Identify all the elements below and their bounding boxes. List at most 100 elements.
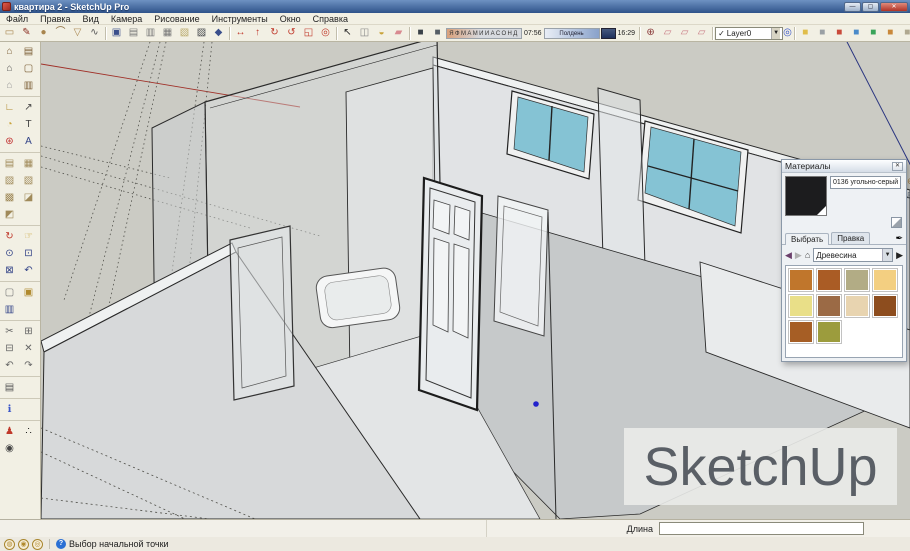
outer-shell-tool[interactable]: ▨ — [193, 26, 210, 41]
model-info-button[interactable]: ℹ — [0, 401, 19, 418]
smoove-tool[interactable]: ▨ — [0, 172, 19, 189]
preview-in-google-earth-button[interactable]: ■ — [865, 26, 882, 41]
maximize-button[interactable]: ▢ — [862, 2, 879, 12]
back-button[interactable]: ◀ — [785, 250, 792, 261]
follow-me-tool[interactable]: ▥ — [142, 26, 159, 41]
view-front-button[interactable]: ⌂ — [0, 60, 19, 77]
wood-swatch-5[interactable] — [788, 294, 814, 318]
new-file-button[interactable]: ▢ — [0, 284, 19, 301]
drape-tool[interactable]: ▩ — [0, 189, 19, 206]
section-plane-button[interactable]: ▱ — [659, 26, 676, 41]
add-detail-tool[interactable]: ◪ — [19, 189, 38, 206]
solid-tools[interactable]: ◆ — [210, 26, 227, 41]
wood-swatch-6[interactable] — [816, 294, 842, 318]
toggle-terrain-button[interactable]: ■ — [814, 26, 831, 41]
menu-item[interactable]: Справка — [307, 14, 354, 24]
share-model-button[interactable]: ■ — [899, 26, 910, 41]
get-current-view-button[interactable]: ■ — [797, 26, 814, 41]
sandbox-from-contours-tool[interactable]: ▤ — [0, 155, 19, 172]
collection-dropdown[interactable]: Древесина ▼ — [813, 248, 893, 262]
rectangle-tool[interactable]: ▭ — [1, 26, 18, 41]
menu-item[interactable]: Окно — [274, 14, 307, 24]
eraser-tool[interactable]: ▰ — [390, 26, 407, 41]
shadow-time-slider-end[interactable] — [601, 28, 616, 39]
axes-rgb-tool[interactable]: ⊛ — [0, 133, 19, 150]
view-house-button[interactable]: ⌂ — [0, 77, 19, 94]
walk-tool[interactable]: ∴ — [19, 423, 38, 440]
wood-swatch-8[interactable] — [872, 294, 898, 318]
home-icon[interactable]: ⌂ — [805, 250, 810, 260]
detail-arrow-button[interactable]: ▶ — [896, 250, 903, 261]
zoom-window-tool[interactable]: ⊡ — [19, 245, 38, 262]
pan-tool[interactable]: ☞ — [19, 228, 38, 245]
add-location-button[interactable]: ■ — [848, 26, 865, 41]
menu-item[interactable]: Инструменты — [206, 14, 274, 24]
push-pull-tool[interactable]: ▣ — [108, 26, 125, 41]
minimize-button[interactable]: — — [844, 2, 861, 12]
material-name-field[interactable]: 0136 угольно-серый — [830, 176, 901, 189]
get-models-button[interactable]: ■ — [882, 26, 899, 41]
wood-swatch-1[interactable] — [788, 268, 814, 292]
undo-button[interactable]: ↶ — [0, 357, 19, 374]
wood-swatch-2[interactable] — [816, 268, 842, 292]
move-tool[interactable]: ↔ — [232, 26, 249, 41]
flip-edge-tool[interactable]: ◩ — [0, 206, 19, 223]
eyedropper-icon[interactable]: ✒ — [895, 233, 903, 244]
arc-tool[interactable]: ⌒ — [52, 26, 69, 41]
shadow-date-slider[interactable]: ЯФМАМИИАСОНД — [446, 28, 522, 39]
previous-view-tool[interactable]: ↶ — [19, 262, 38, 279]
current-material-preview[interactable] — [785, 176, 827, 216]
menu-item[interactable]: Рисование — [148, 14, 205, 24]
wood-swatch-10[interactable] — [816, 320, 842, 344]
push-up-tool[interactable]: ↑ — [249, 26, 266, 41]
orbit-tool[interactable]: ↻ — [0, 228, 19, 245]
wood-swatch-7[interactable] — [844, 294, 870, 318]
save-file-button[interactable]: ▥ — [0, 301, 19, 318]
tape-measure-tool[interactable]: ∟ — [0, 99, 19, 116]
paint-bucket-tool[interactable]: ◒ — [373, 26, 390, 41]
signin-status-icon[interactable]: ◎ — [32, 539, 43, 550]
select-tool[interactable]: ↖ — [339, 26, 356, 41]
menu-item[interactable]: Вид — [77, 14, 105, 24]
polygon-tool[interactable]: ▽ — [69, 26, 86, 41]
materials-close-button[interactable]: ✕ — [892, 162, 903, 171]
text-tool[interactable]: T — [19, 116, 38, 133]
open-file-button[interactable]: ▣ — [19, 284, 38, 301]
protractor-tool[interactable]: ◔ — [0, 116, 19, 133]
credit-status-icon[interactable]: ◉ — [18, 539, 29, 550]
3d-text-tool[interactable]: A — [19, 133, 38, 150]
wood-swatch-3[interactable] — [844, 268, 870, 292]
tab-edit[interactable]: Правка — [831, 232, 870, 244]
section-cuts-button[interactable]: ▱ — [676, 26, 693, 41]
paste-button[interactable]: ⊟ — [0, 340, 19, 357]
circle-tool[interactable]: ● — [35, 26, 52, 41]
scale-cube-tool[interactable]: ▦ — [159, 26, 176, 41]
shadow-toggle-button[interactable]: ■ — [429, 26, 446, 41]
close-button[interactable]: ✕ — [880, 2, 908, 12]
zoom-extents-tool[interactable]: ⊠ — [0, 262, 19, 279]
menu-item[interactable]: Файл — [0, 14, 34, 24]
scale-tool[interactable]: ◱ — [300, 26, 317, 41]
wood-swatch-9[interactable] — [788, 320, 814, 344]
axes-tool[interactable]: ↗ — [19, 99, 38, 116]
shadow-settings-button[interactable]: ■ — [412, 26, 429, 41]
offset-tool[interactable]: ◎ — [317, 26, 334, 41]
menu-item[interactable]: Правка — [34, 14, 76, 24]
print-button[interactable]: ▤ — [0, 379, 19, 396]
stamp-tool[interactable]: ▧ — [19, 172, 38, 189]
forward-button[interactable]: ▶ — [795, 250, 802, 261]
view-back-button[interactable]: ▤ — [19, 43, 38, 60]
geolocation-status-icon[interactable]: ◍ — [4, 539, 15, 550]
tab-select[interactable]: Выбрать — [785, 233, 829, 245]
shadow-time-slider[interactable]: Полдень — [544, 28, 600, 39]
line-tool[interactable]: ✎ — [18, 26, 35, 41]
zoom-tool[interactable]: ⊙ — [0, 245, 19, 262]
materials-panel-titlebar[interactable]: Материалы ✕ — [782, 160, 906, 173]
rotate-tool[interactable]: ↻ — [266, 26, 283, 41]
menu-item[interactable]: Камера — [105, 14, 148, 24]
make-component-button[interactable]: ◫ — [356, 26, 373, 41]
intersect-tool[interactable]: ▧ — [176, 26, 193, 41]
measurement-input[interactable] — [659, 522, 864, 535]
axes-display-button[interactable]: ⊕ — [642, 26, 659, 41]
redo-button[interactable]: ↷ — [19, 357, 38, 374]
